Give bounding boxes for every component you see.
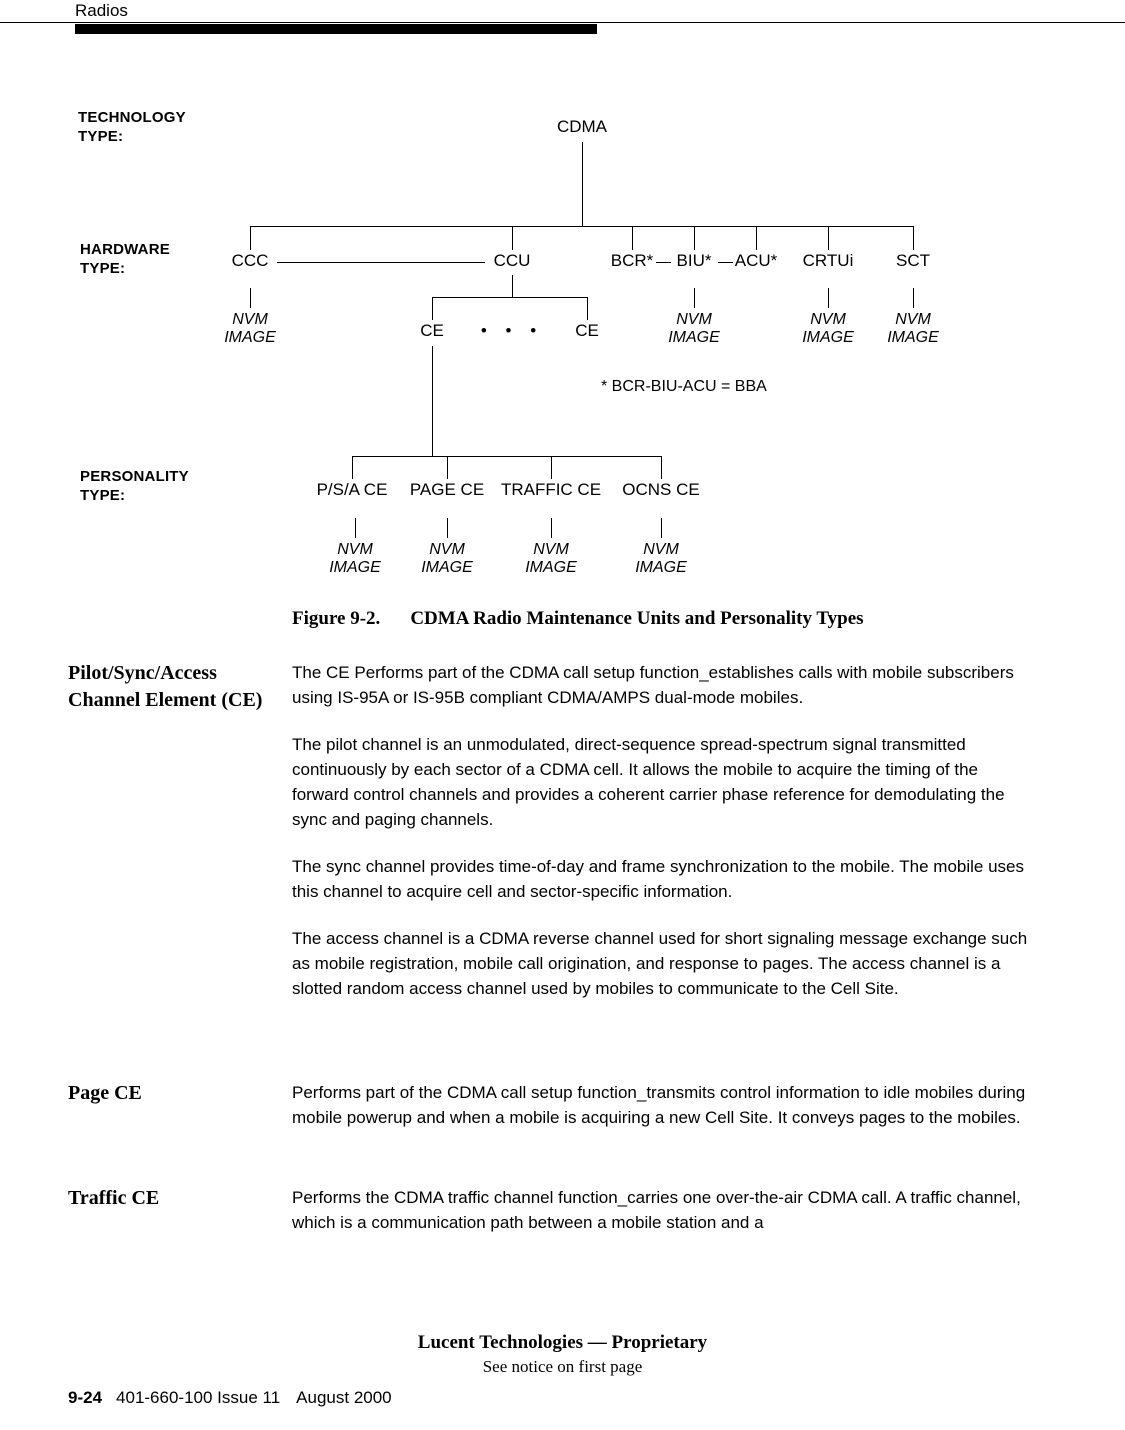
section-heading-page-ce: Page CE [68,1082,142,1104]
section-heading-pilot-sync-access: Pilot/Sync/Access Channel Element (CE) [68,662,263,711]
nvm-image-psa-ce: NVM IMAGE [329,541,381,576]
paragraph: The CE Performs part of the CDMA call se… [292,663,1014,707]
section-body-page-ce: Performs part of the CDMA call setup fun… [292,1080,1032,1130]
connector-drop-ce-right [587,297,588,320]
connector-ce-to-personality [432,346,433,456]
node-page-ce: PAGE CE [409,480,485,499]
nvm-image-bcr: NVM IMAGE [668,311,720,346]
row-label-technology-type: TECHNOLOGY TYPE: [78,109,186,145]
node-biu: BIU* [676,251,712,270]
connector-drop-bcr [632,226,633,250]
connector-personality-bus [352,456,661,457]
connector-drop-sct [913,226,914,250]
node-crtui: CRTUi [802,251,854,270]
paragraph: The pilot channel is an unmodulated, dir… [292,735,1005,829]
running-header-title: Radios [75,1,128,20]
connector-drop-acu [756,226,757,250]
footer-document-id: 401-660-100 Issue 11 [116,1388,281,1407]
nvm-image-page-ce: NVM IMAGE [421,541,473,576]
connector-crtui-nvm [828,288,829,308]
connector-ccu-stem [512,275,513,297]
connector-drop-psa-ce [352,456,353,479]
node-sct: SCT [896,251,930,270]
connector-cdma-stem [582,142,583,226]
section-heading-traffic-ce: Traffic CE [68,1187,160,1209]
connector-drop-ocns-ce [661,456,662,479]
connector-drop-traffic-ce [551,456,552,479]
node-bcr: BCR* [610,251,654,270]
connector-psa-nvm [355,518,356,538]
connector-page-nvm [447,518,448,538]
row-label-personality-type: PERSONALITY TYPE: [80,468,189,504]
node-ce-right: CE [575,321,599,340]
connector-hardware-bus [250,226,914,227]
connector-drop-ccc [250,226,251,250]
paragraph: Performs part of the CDMA call setup fun… [292,1083,1026,1127]
ce-ellipsis: • • • [480,321,544,340]
node-psa-ce: P/S/A CE [316,480,388,499]
nvm-image-sct: NVM IMAGE [887,311,939,346]
footer-notice-line1: Lucent Technologies — Proprietary [417,1332,708,1353]
connector-ce-bus [432,297,587,298]
figure-caption: Figure 9-2. CDMA Radio Maintenance Units … [292,608,864,630]
figure-caption-number: Figure 9-2. [292,608,381,629]
section-body-traffic-ce: Performs the CDMA traffic channel functi… [292,1185,1032,1235]
header-black-bar [75,24,597,34]
connector-bcr-biu [656,262,671,263]
node-ccu: CCU [493,251,531,270]
nvm-image-traffic-ce: NVM IMAGE [525,541,577,576]
connector-bcr-nvm [694,288,695,308]
node-traffic-ce: TRAFFIC CE [500,480,602,499]
node-ocns-ce: OCNS CE [622,480,700,499]
connector-traffic-nvm [551,518,552,538]
node-ce-left: CE [420,321,444,340]
footer-notice-line2: See notice on first page [482,1357,643,1376]
nvm-image-ocns-ce: NVM IMAGE [635,541,687,576]
connector-ccc-ccu [277,262,485,263]
connector-drop-crtui [828,226,829,250]
row-label-hardware-type: HARDWARE TYPE: [80,241,170,277]
header-rule [0,22,1125,23]
paragraph: Performs the CDMA traffic channel functi… [292,1188,1021,1232]
footer-page-meta: 9-24 401-660-100 Issue 11 August 2000 [68,1388,392,1408]
connector-biu-acu [718,262,733,263]
connector-ocns-nvm [661,518,662,538]
node-acu: ACU* [734,251,778,270]
connector-ccc-nvm [250,288,251,308]
nvm-image-crtui: NVM IMAGE [802,311,854,346]
footer-proprietary-notice: Lucent Technologies — Proprietary See no… [0,1330,1125,1378]
nvm-image-ccc: NVM IMAGE [224,311,276,346]
connector-drop-page-ce [447,456,448,479]
footer-date: August 2000 [296,1388,392,1407]
connector-drop-biu [694,226,695,250]
paragraph: The access channel is a CDMA reverse cha… [292,929,1028,998]
node-cdma: CDMA [556,117,608,136]
figure-footnote-bba: * BCR-BIU-ACU = BBA [601,378,767,395]
paragraph: The sync channel provides time-of-day an… [292,857,1025,901]
connector-drop-ce-left [432,297,433,320]
node-ccc: CCC [231,251,269,270]
section-body-pilot-sync-access: The CE Performs part of the CDMA call se… [292,660,1032,1001]
connector-sct-nvm [913,288,914,308]
connector-drop-ccu [512,226,513,250]
figure-caption-text: CDMA Radio Maintenance Units and Persona… [410,608,864,629]
footer-page-number: 9-24 [68,1388,103,1407]
